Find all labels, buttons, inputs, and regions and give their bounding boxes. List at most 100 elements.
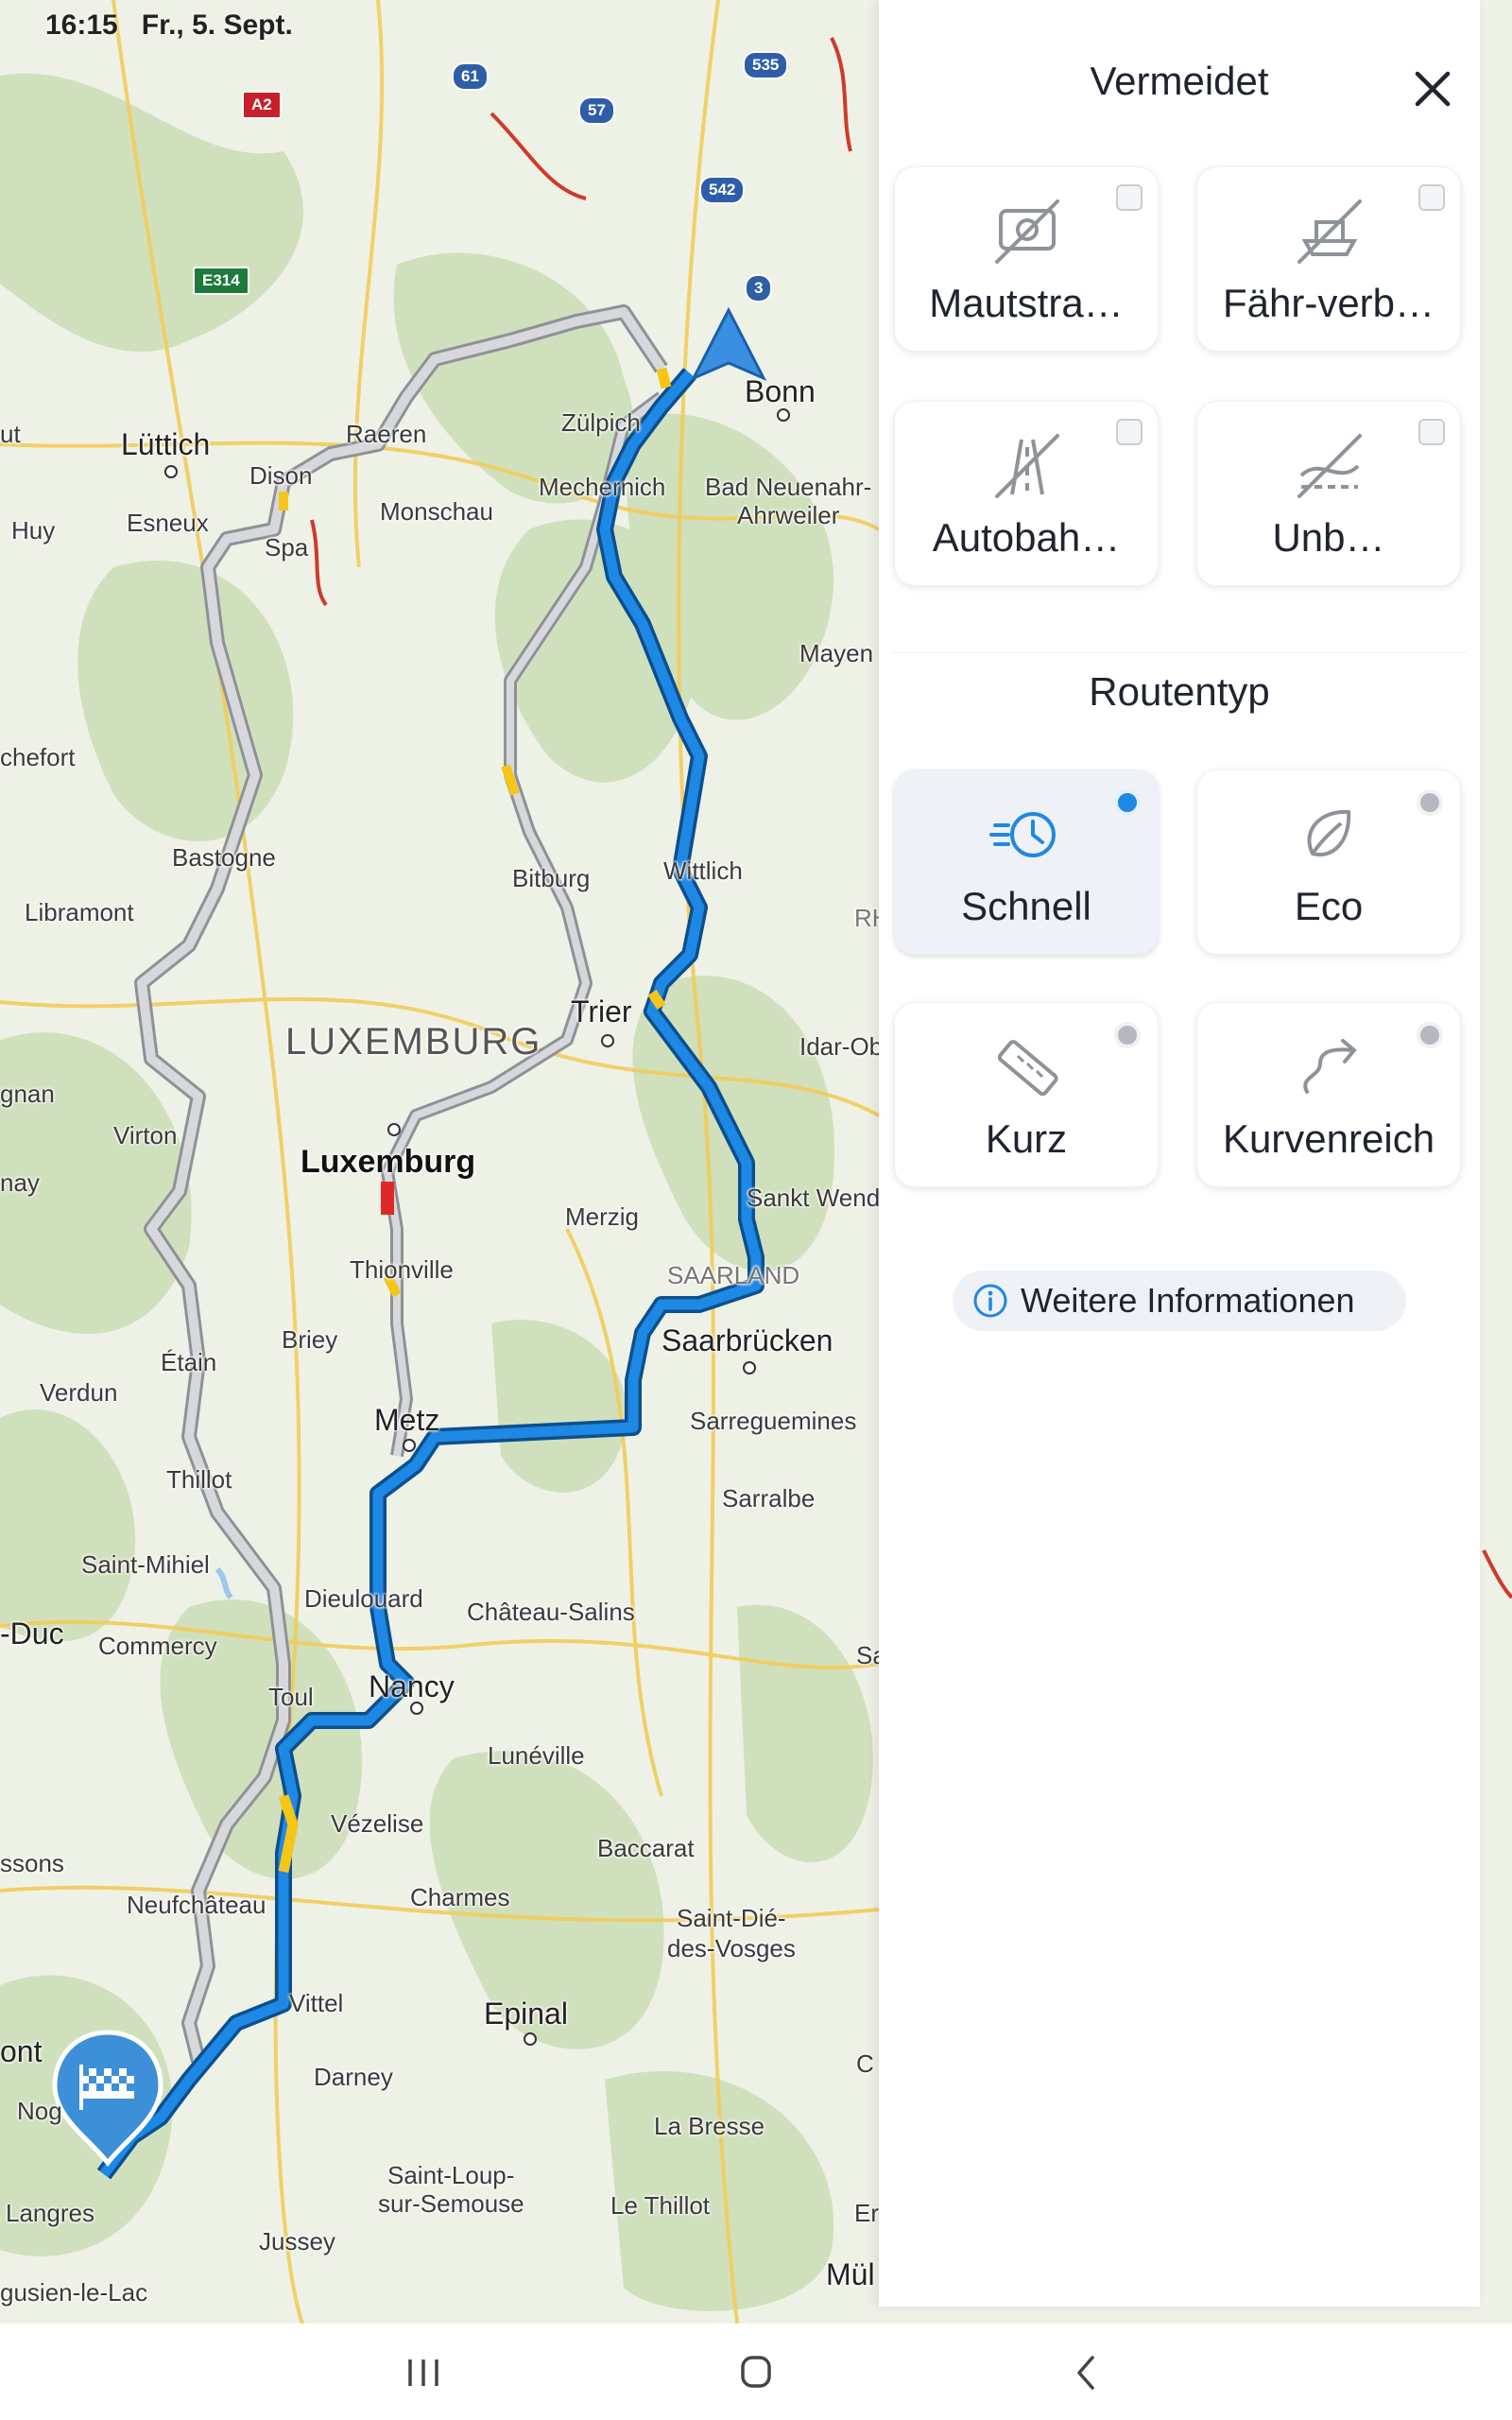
avoid-unpaved-checkbox[interactable]: [1418, 419, 1445, 445]
place-label: chefort: [0, 743, 76, 771]
place-label: Merzig: [565, 1202, 640, 1231]
place-label: Bonn: [745, 374, 816, 408]
avoid-highways-option[interactable]: Autobah…: [894, 401, 1159, 586]
status-time: 16:15 Fr., 5. Sept.: [45, 9, 293, 42]
option-label: Fähr-verb…: [1222, 281, 1435, 325]
ruler-icon: [997, 1040, 1058, 1097]
place-label: Ahrweiler: [737, 501, 840, 529]
road-shield: A2: [242, 91, 282, 119]
option-label: Unb…: [1272, 515, 1385, 560]
avoid-unpaved-option[interactable]: Unb…: [1196, 401, 1461, 586]
place-label: Toul: [268, 1683, 314, 1711]
leaf-icon: [1307, 809, 1351, 857]
route-type-short-radio[interactable]: [1114, 1022, 1141, 1048]
place-label: Vézelise: [331, 1809, 424, 1838]
place-label: Sarralbe: [722, 1484, 816, 1512]
city-dot: [387, 1123, 401, 1136]
place-label: Saint-Dié-: [677, 1904, 786, 1932]
city-dot: [777, 408, 790, 422]
place-label: Bitburg: [512, 864, 591, 892]
road-shield: 3: [745, 274, 773, 302]
place-label: Saint-Loup-: [387, 2161, 515, 2189]
place-label: Monschau: [380, 497, 493, 526]
place-label: Vittel: [289, 1989, 344, 2017]
place-label: Mechernich: [539, 473, 666, 501]
ferry-off-icon: [1297, 199, 1362, 264]
option-label: Schnell: [961, 884, 1091, 928]
place-label: Wittlich: [663, 856, 743, 885]
route-type-curvy[interactable]: Kurvenreich: [1196, 1002, 1461, 1187]
place-label: Metz: [374, 1403, 440, 1437]
place-label: Nancy: [369, 1669, 455, 1703]
place-label: Spa: [265, 533, 309, 562]
place-label: Charmes: [410, 1883, 510, 1911]
place-label: La Bresse: [654, 2112, 765, 2140]
place-label: Dieulouard: [304, 1584, 423, 1613]
place-label: Er: [854, 2199, 879, 2227]
place-label: Étain: [161, 1348, 217, 1376]
route-type-eco-radio[interactable]: [1417, 789, 1443, 816]
place-label: Commercy: [98, 1632, 217, 1660]
place-label: sur-Semouse: [378, 2189, 524, 2218]
road-shield: 61: [452, 62, 489, 91]
route-type-curvy-radio[interactable]: [1417, 1022, 1443, 1048]
time-text: 16:15: [45, 9, 118, 41]
place-label: gusien-le-Lac: [0, 2278, 148, 2307]
place-label: Lunéville: [488, 1741, 585, 1770]
avoid-toll-checkbox[interactable]: [1116, 184, 1143, 211]
recent-apps-icon[interactable]: [395, 2346, 452, 2399]
route-type-short[interactable]: Kurz: [894, 1002, 1159, 1187]
more-info-label: Weitere Informationen: [1021, 1281, 1355, 1320]
region-label: SAARLAND: [667, 1261, 800, 1289]
curvy-arrow-icon: [1303, 1039, 1357, 1094]
place-label: Zülpich: [561, 408, 641, 437]
place-label: ssons: [0, 1849, 64, 1877]
place-label: Epinal: [484, 1996, 568, 2031]
option-label: Eco: [1294, 884, 1364, 928]
place-label: Mayen: [799, 639, 874, 667]
place-label: Sankt Wend: [747, 1184, 881, 1212]
home-icon[interactable]: [728, 2346, 784, 2399]
place-label: Baccarat: [597, 1834, 695, 1862]
place-label: Virton: [113, 1121, 178, 1150]
route-type-fast[interactable]: Schnell: [894, 769, 1159, 955]
place-label: Thillot: [166, 1465, 232, 1494]
place-label: ont: [0, 2034, 43, 2068]
destination-flag-icon[interactable]: [51, 2027, 164, 2169]
system-navigation-bar: [0, 2324, 1512, 2420]
place-label: Saarbrücken: [662, 1323, 833, 1357]
place-label: Huy: [11, 516, 56, 544]
avoid-section-title: Vermeidet: [1090, 59, 1269, 103]
place-label: Langres: [6, 2199, 94, 2227]
unpaved-road-off-icon: [1297, 434, 1362, 498]
place-label: nay: [0, 1168, 40, 1197]
close-icon[interactable]: [1408, 64, 1457, 113]
road-shield: E314: [193, 267, 249, 295]
back-icon[interactable]: [1058, 2346, 1115, 2399]
road-shield: 57: [578, 96, 615, 125]
city-dot: [601, 1034, 614, 1047]
place-label: Esneux: [127, 509, 209, 537]
avoid-highways-checkbox[interactable]: [1116, 419, 1143, 445]
place-label: Jussey: [259, 2227, 335, 2256]
place-label: Libramont: [25, 898, 134, 926]
city-dot: [743, 1361, 756, 1374]
road-shield: 535: [743, 51, 789, 79]
place-label: Raeren: [346, 420, 427, 448]
avoid-ferries-option[interactable]: Fähr-verb…: [1196, 166, 1461, 352]
avoid-ferries-checkbox[interactable]: [1418, 184, 1445, 211]
option-label: Kurvenreich: [1222, 1116, 1435, 1161]
highway-off-icon: [995, 434, 1059, 498]
route-type-eco[interactable]: Eco: [1196, 769, 1461, 955]
place-label: Bad Neuenahr-: [705, 473, 872, 501]
place-label: ut: [0, 420, 21, 448]
option-label: Autobah…: [932, 515, 1121, 560]
more-info-button[interactable]: Weitere Informationen: [953, 1270, 1406, 1331]
route-type-fast-radio[interactable]: [1114, 789, 1141, 816]
place-label: Verdun: [40, 1378, 118, 1407]
place-label: Mül: [826, 2257, 875, 2291]
section-divider: [892, 652, 1467, 653]
route-options-panel: Vermeidet Mautstra… Fähr-verb… Autobah…: [879, 0, 1480, 2307]
place-label: Nog: [17, 2097, 62, 2125]
avoid-toll-roads-option[interactable]: Mautstra…: [894, 166, 1159, 352]
